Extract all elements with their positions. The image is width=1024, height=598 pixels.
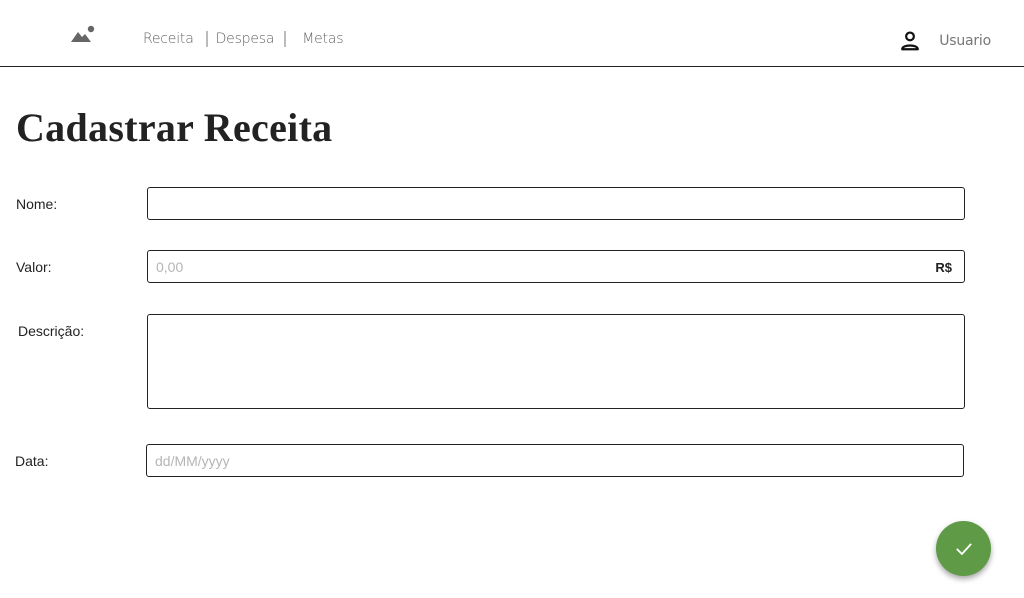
data-field-wrapper	[146, 444, 964, 477]
nome-input[interactable]	[148, 188, 964, 219]
nav-divider	[284, 31, 287, 47]
check-icon	[955, 543, 972, 555]
nav-link-metas[interactable]: Metas	[302, 31, 343, 47]
confirm-button[interactable]	[936, 521, 991, 576]
data-input[interactable]	[147, 445, 963, 476]
descricao-field-wrapper	[147, 314, 965, 409]
nome-label: Nome:	[16, 196, 58, 212]
nav-link-despesa[interactable]: Despesa	[216, 31, 275, 47]
user-label: Usuario	[939, 33, 991, 49]
valor-label: Valor:	[16, 259, 52, 275]
valor-field-wrapper: R$	[147, 250, 965, 283]
page-title: Cadastrar Receita	[16, 105, 333, 150]
nav-divider	[205, 31, 208, 47]
currency-symbol: R$	[935, 260, 952, 275]
nav-link-receita[interactable]: Receita	[143, 31, 194, 47]
data-label: Data:	[15, 453, 49, 469]
descricao-textarea[interactable]	[148, 315, 964, 408]
descricao-label: Descrição:	[18, 323, 85, 339]
top-navbar: Receita Despesa Metas Usuario	[0, 0, 1024, 67]
nome-field-wrapper	[147, 187, 965, 220]
mountain-sun-icon[interactable]	[70, 25, 96, 45]
user-menu[interactable]: Usuario	[899, 30, 991, 52]
user-icon	[901, 31, 920, 51]
valor-input[interactable]	[148, 251, 964, 282]
main-nav: Receita Despesa Metas	[143, 31, 344, 47]
